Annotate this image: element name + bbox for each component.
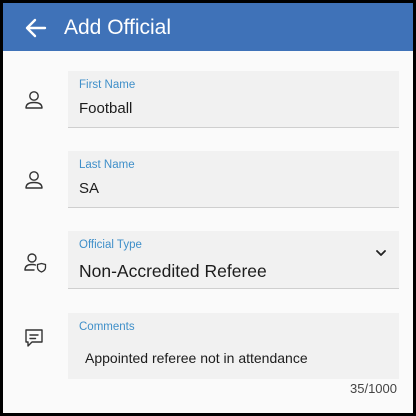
first-name-value[interactable]: Football — [79, 100, 132, 117]
person-shield-icon — [24, 253, 47, 273]
chevron-down-icon[interactable] — [374, 246, 388, 260]
character-counter: 35/1000 — [350, 381, 397, 396]
person-icon — [25, 91, 43, 109]
official-type-value: Non-Accredited Referee — [79, 261, 267, 281]
back-button[interactable] — [23, 15, 49, 41]
official-type-dropdown[interactable]: Official Type Non-Accredited Referee — [68, 231, 399, 289]
app-bar: Add Official — [3, 3, 413, 51]
comment-icon — [25, 329, 43, 347]
comments-field[interactable]: Comments Appointed referee not in attend… — [68, 313, 399, 379]
last-name-field[interactable]: Last Name SA — [68, 151, 399, 208]
add-official-screen: Add Official First Name Football Last Na… — [3, 3, 413, 413]
arrow-left-icon — [25, 18, 47, 38]
comments-value[interactable]: Appointed referee not in attendance — [85, 350, 308, 366]
person-icon — [25, 171, 43, 189]
last-name-label: Last Name — [79, 159, 135, 171]
first-name-label: First Name — [79, 79, 136, 91]
comments-label: Comments — [79, 321, 135, 333]
last-name-value[interactable]: SA — [79, 180, 99, 197]
first-name-field[interactable]: First Name Football — [68, 71, 399, 128]
official-type-label: Official Type — [79, 239, 142, 251]
page-title: Add Official — [64, 16, 171, 39]
